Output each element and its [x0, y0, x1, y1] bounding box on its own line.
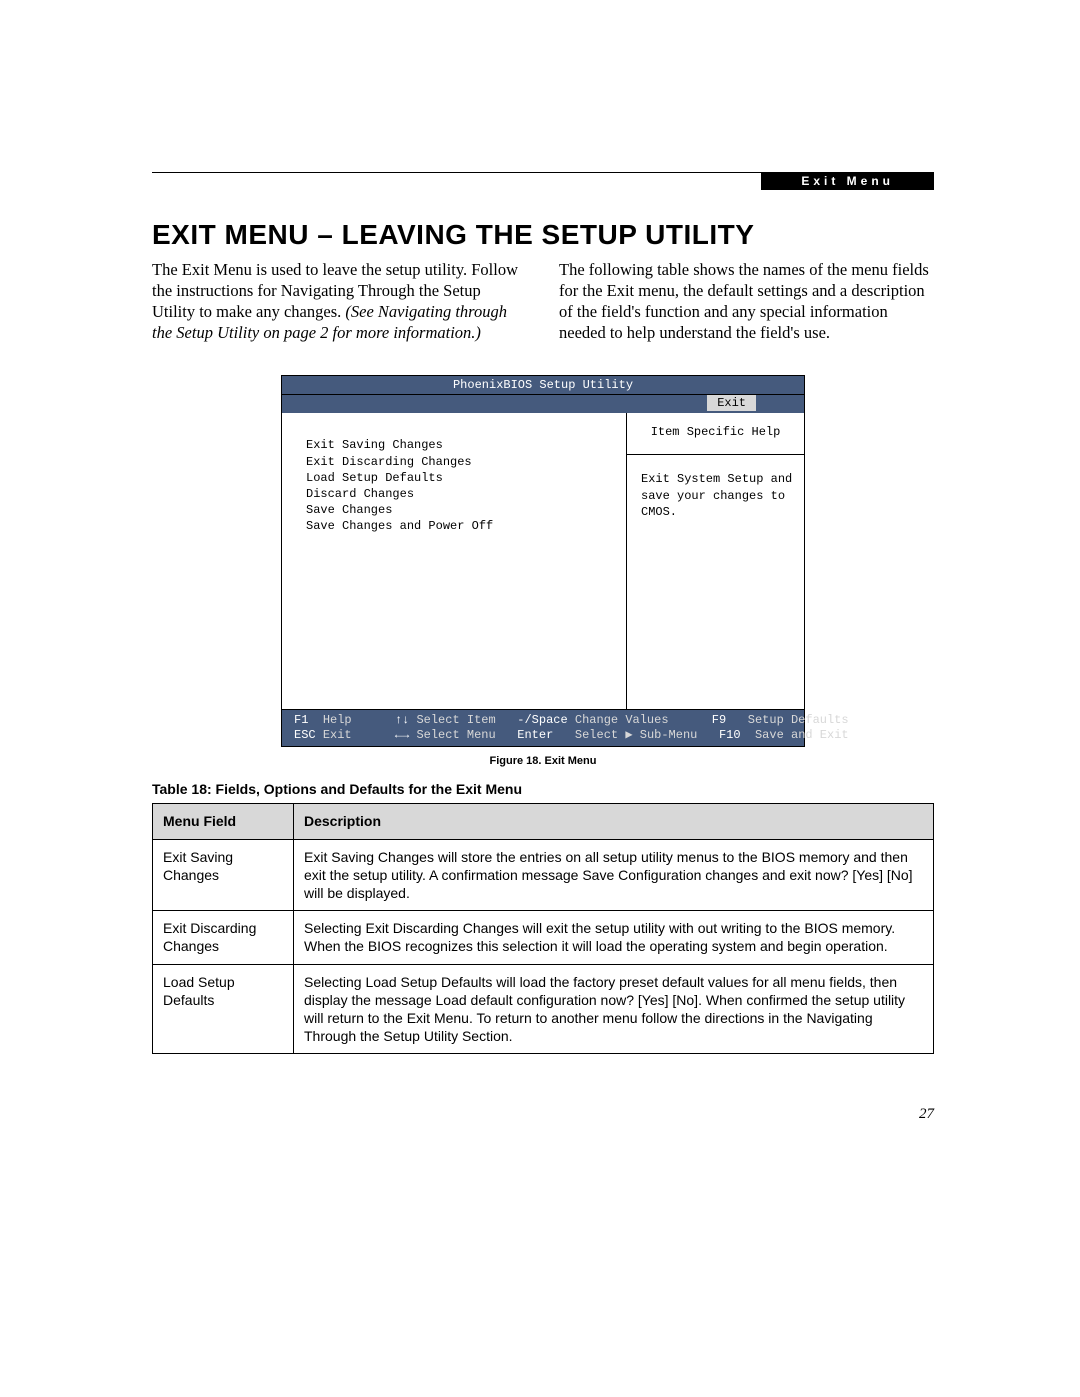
- table-cell-desc: Selecting Load Setup Defaults will load …: [294, 964, 934, 1054]
- bios-menu-list: Exit Saving Changes Exit Discarding Chan…: [282, 413, 626, 709]
- bios-label-help: Help: [323, 713, 352, 727]
- bios-key-space: -/Space: [517, 713, 567, 727]
- table-header-description: Description: [294, 804, 934, 839]
- bios-tab-exit: Exit: [707, 395, 756, 411]
- bios-label-select-menu: Select Menu: [416, 728, 495, 742]
- bios-key-leftright: ←→: [395, 728, 409, 742]
- bios-label-select-item: Select Item: [416, 713, 495, 727]
- table-cell-desc: Exit Saving Changes will store the entri…: [294, 839, 934, 911]
- bios-menu-item: Load Setup Defaults: [306, 470, 618, 486]
- table-row: Exit Discarding Changes Selecting Exit D…: [153, 911, 934, 964]
- section-tag: Exit Menu: [761, 172, 934, 190]
- fields-table: Menu Field Description Exit Saving Chang…: [152, 803, 934, 1054]
- table-cell-field: Exit Discarding Changes: [153, 911, 294, 964]
- bios-screenshot: PhoenixBIOS Setup Utility Exit Exit Savi…: [281, 375, 805, 747]
- header-rule: Exit Menu: [152, 172, 934, 173]
- bios-label-setup-defaults: Setup Defaults: [748, 713, 849, 727]
- bios-menu-item: Save Changes: [306, 502, 618, 518]
- table-header-menu-field: Menu Field: [153, 804, 294, 839]
- bios-menu-item: Discard Changes: [306, 486, 618, 502]
- table-cell-field: Exit Saving Changes: [153, 839, 294, 911]
- bios-label-save-exit: Save and Exit: [755, 728, 849, 742]
- bios-key-f1: F1: [294, 713, 308, 727]
- table-cell-field: Load Setup Defaults: [153, 964, 294, 1054]
- bios-key-enter: Enter: [517, 728, 553, 742]
- table-row: Exit Saving Changes Exit Saving Changes …: [153, 839, 934, 911]
- bios-menu-item: Save Changes and Power Off: [306, 518, 618, 534]
- bios-menu-item: Exit Discarding Changes: [306, 454, 618, 470]
- bios-key-f10: F10: [719, 728, 741, 742]
- bios-footer: F1 Help ↑↓ Select Item -/Space Change Va…: [282, 709, 804, 746]
- table-caption: Table 18: Fields, Options and Defaults f…: [152, 781, 934, 797]
- table-cell-desc: Selecting Exit Discarding Changes will e…: [294, 911, 934, 964]
- bios-key-updown: ↑↓: [395, 713, 409, 727]
- figure-caption: Figure 18. Exit Menu: [152, 755, 934, 767]
- page-number: 27: [919, 1106, 934, 1123]
- intro-col-2: The following table shows the names of t…: [559, 259, 934, 343]
- bios-tab-bar: Exit: [282, 394, 804, 413]
- bios-title: PhoenixBIOS Setup Utility: [282, 376, 804, 394]
- table-row: Load Setup Defaults Selecting Load Setup…: [153, 964, 934, 1054]
- bios-label-exit: Exit: [323, 728, 352, 742]
- bios-label-change-values: Change Values: [575, 713, 669, 727]
- intro-columns: The Exit Menu is used to leave the setup…: [152, 259, 934, 343]
- bios-footer-row-2: ESC Exit ←→ Select Menu Enter Select ▶ S…: [294, 727, 792, 742]
- bios-menu-item: Exit Saving Changes: [306, 437, 618, 453]
- page-title: EXIT MENU – LEAVING THE SETUP UTILITY: [152, 219, 934, 251]
- intro-col-1: The Exit Menu is used to leave the setup…: [152, 259, 527, 343]
- bios-key-f9: F9: [712, 713, 726, 727]
- bios-help-body: Exit System Setup and save your changes …: [626, 455, 804, 709]
- bios-footer-row-1: F1 Help ↑↓ Select Item -/Space Change Va…: [294, 713, 792, 727]
- bios-key-esc: ESC: [294, 728, 316, 742]
- bios-help-title: Item Specific Help: [626, 413, 804, 455]
- bios-label-select-submenu: Select ▶ Sub-Menu: [575, 727, 697, 742]
